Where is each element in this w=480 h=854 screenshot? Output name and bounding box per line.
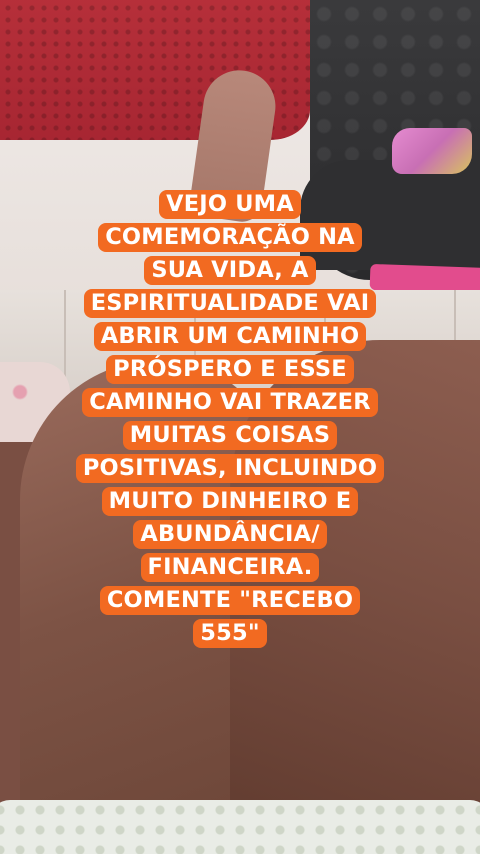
caption-line: COMEMORAÇÃO NA: [70, 221, 390, 254]
caption-line: 555": [70, 617, 390, 650]
caption-line: ABRIR UM CAMINHO: [70, 320, 390, 353]
caption-line: PRÓSPERO E ESSE: [70, 353, 390, 386]
caption-line: SUA VIDA, A: [70, 254, 390, 287]
caption-line: COMENTE "RECEBO: [70, 584, 390, 617]
caption-line: ESPIRITUALIDADE VAI: [70, 287, 390, 320]
caption-line: MUITAS COISAS: [70, 419, 390, 452]
caption-line: FINANCEIRA.: [70, 551, 390, 584]
caption-line: VEJO UMA: [70, 188, 390, 221]
clothes-pile: [392, 128, 472, 174]
caption-line: ABUNDÂNCIA/: [70, 518, 390, 551]
patterned-fabric: [0, 800, 480, 854]
caption-overlay: VEJO UMA COMEMORAÇÃO NA SUA VIDA, A ESPI…: [70, 188, 390, 650]
caption-line: MUITO DINHEIRO E: [70, 485, 390, 518]
caption-line: POSITIVAS, INCLUINDO: [70, 452, 390, 485]
caption-line: CAMINHO VAI TRAZER: [70, 386, 390, 419]
